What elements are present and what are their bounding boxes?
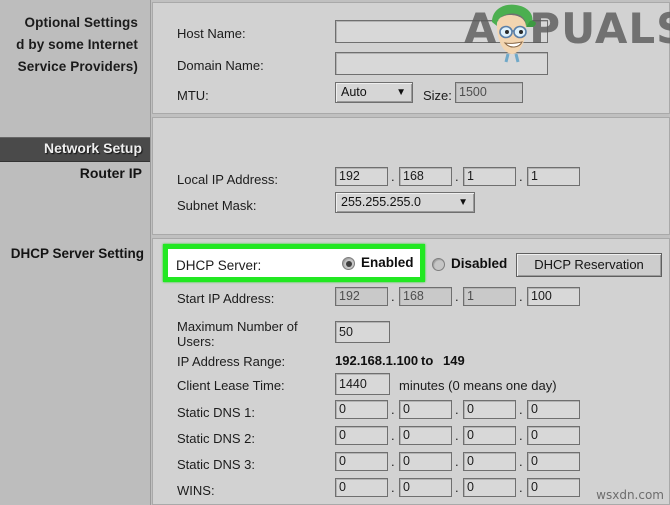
optional-settings-panel: Host Name: Domain Name: MTU: Auto ▼ Size… bbox=[152, 2, 670, 114]
optional-settings-line-2: d by some Internet bbox=[16, 37, 138, 52]
static-dns-1-octet-2[interactable]: 0 bbox=[399, 400, 452, 419]
static-dns-3-octet-4[interactable]: 0 bbox=[527, 452, 580, 471]
max-users-input[interactable]: 50 bbox=[335, 321, 390, 343]
optional-settings-line-3: Service Providers) bbox=[17, 59, 138, 74]
ip-separator-dot: . bbox=[455, 402, 459, 417]
ip-separator-dot: . bbox=[519, 169, 523, 184]
domain-name-input[interactable] bbox=[335, 52, 548, 75]
static-dns-3-octet-1[interactable]: 0 bbox=[335, 452, 388, 471]
static-dns-1-octet-1[interactable]: 0 bbox=[335, 400, 388, 419]
wins-octet-4[interactable]: 0 bbox=[527, 478, 580, 497]
start-ip-octet-1[interactable]: 192 bbox=[335, 287, 388, 306]
router-ip-panel: Local IP Address: 192 . 168 . 1 . 1 Subn… bbox=[152, 117, 670, 235]
static-dns-3-octet-2[interactable]: 0 bbox=[399, 452, 452, 471]
ip-separator-dot: . bbox=[519, 480, 523, 495]
subnet-mask-select[interactable]: 255.255.255.0 ▼ bbox=[335, 192, 475, 213]
static-dns-3-label: Static DNS 3: bbox=[177, 457, 256, 472]
ip-separator-dot: . bbox=[391, 454, 395, 469]
ip-separator-dot: . bbox=[519, 428, 523, 443]
domain-name-label: Domain Name: bbox=[177, 58, 264, 73]
size-label: Size: bbox=[423, 88, 452, 103]
network-setup-label: Network Setup bbox=[43, 140, 142, 156]
optional-settings-heading: Optional Settings d by some Internet Ser… bbox=[0, 12, 138, 78]
chevron-down-icon: ▼ bbox=[396, 87, 406, 98]
ip-separator-dot: . bbox=[519, 454, 523, 469]
ip-separator-dot: . bbox=[391, 428, 395, 443]
wins-octet-2[interactable]: 0 bbox=[399, 478, 452, 497]
mtu-select[interactable]: Auto ▼ bbox=[335, 82, 413, 103]
host-name-label: Host Name: bbox=[177, 26, 246, 41]
ip-separator-dot: . bbox=[519, 289, 523, 304]
local-ip-octet-2[interactable]: 168 bbox=[399, 167, 452, 186]
client-lease-time-input[interactable]: 1440 bbox=[335, 373, 390, 395]
mtu-size-input[interactable]: 1500 bbox=[455, 82, 523, 103]
sidebar-item-dhcp-server-setting: DHCP Server Setting bbox=[10, 246, 144, 261]
router-settings-screenshot: Optional Settings d by some Internet Ser… bbox=[0, 0, 670, 505]
ip-separator-dot: . bbox=[391, 169, 395, 184]
ip-address-range-label: IP Address Range: bbox=[177, 354, 286, 369]
static-dns-2-octet-3[interactable]: 0 bbox=[463, 426, 516, 445]
client-lease-time-label: Client Lease Time: bbox=[177, 378, 285, 393]
ip-separator-dot: . bbox=[519, 402, 523, 417]
static-dns-2-octet-2[interactable]: 0 bbox=[399, 426, 452, 445]
sidebar-item-network-setup[interactable]: Network Setup bbox=[0, 137, 150, 162]
ip-separator-dot: . bbox=[455, 480, 459, 495]
ip-separator-dot: . bbox=[455, 169, 459, 184]
ip-separator-dot: . bbox=[391, 289, 395, 304]
local-ip-octet-1[interactable]: 192 bbox=[335, 167, 388, 186]
start-ip-octet-3[interactable]: 1 bbox=[463, 287, 516, 306]
static-dns-3-octet-3[interactable]: 0 bbox=[463, 452, 516, 471]
sidebar-item-router-ip: Router IP bbox=[79, 165, 142, 181]
ip-range-end: 149 bbox=[443, 353, 465, 368]
ip-separator-dot: . bbox=[455, 289, 459, 304]
static-dns-2-octet-4[interactable]: 0 bbox=[527, 426, 580, 445]
ip-range-to: to bbox=[421, 353, 434, 368]
static-dns-1-octet-4[interactable]: 0 bbox=[527, 400, 580, 419]
wsxdn-watermark: wsxdn.com bbox=[596, 488, 664, 502]
dhcp-disabled-label[interactable]: Disabled bbox=[451, 256, 507, 271]
mtu-selected-value: Auto bbox=[341, 85, 367, 99]
dhcp-disabled-radio[interactable] bbox=[432, 258, 445, 271]
dhcp-reservation-button[interactable]: DHCP Reservation bbox=[516, 253, 662, 277]
dhcp-enabled-label-overlay[interactable]: Enabled bbox=[361, 255, 414, 270]
static-dns-2-octet-1[interactable]: 0 bbox=[335, 426, 388, 445]
ip-range-start: 192.168.1.100 bbox=[335, 353, 419, 368]
sidebar: Optional Settings d by some Internet Ser… bbox=[0, 0, 151, 505]
wins-octet-1[interactable]: 0 bbox=[335, 478, 388, 497]
subnet-mask-label: Subnet Mask: bbox=[177, 198, 257, 213]
ip-separator-dot: . bbox=[391, 402, 395, 417]
max-users-label-line1: Maximum Number of bbox=[177, 319, 298, 334]
ip-separator-dot: . bbox=[455, 454, 459, 469]
static-dns-1-octet-3[interactable]: 0 bbox=[463, 400, 516, 419]
start-ip-octet-4[interactable]: 100 bbox=[527, 287, 580, 306]
local-ip-octet-4[interactable]: 1 bbox=[527, 167, 580, 186]
dhcp-server-label-overlay: DHCP Server: bbox=[176, 258, 262, 273]
dhcp-enabled-radio-overlay[interactable] bbox=[342, 257, 355, 270]
local-ip-address-label: Local IP Address: bbox=[177, 172, 278, 187]
chevron-down-icon: ▼ bbox=[458, 197, 468, 208]
ip-separator-dot: . bbox=[455, 428, 459, 443]
mtu-label: MTU: bbox=[177, 88, 209, 103]
start-ip-address-label: Start IP Address: bbox=[177, 291, 275, 306]
host-name-input[interactable] bbox=[335, 20, 548, 43]
client-lease-time-suffix: minutes (0 means one day) bbox=[399, 378, 557, 393]
max-users-label-line2: Users: bbox=[177, 334, 215, 349]
ip-separator-dot: . bbox=[391, 480, 395, 495]
start-ip-octet-2[interactable]: 168 bbox=[399, 287, 452, 306]
static-dns-1-label: Static DNS 1: bbox=[177, 405, 256, 420]
optional-settings-line-1: Optional Settings bbox=[24, 15, 138, 30]
wins-octet-3[interactable]: 0 bbox=[463, 478, 516, 497]
static-dns-2-label: Static DNS 2: bbox=[177, 431, 256, 446]
subnet-mask-selected-value: 255.255.255.0 bbox=[341, 195, 421, 209]
wins-label: WINS: bbox=[177, 483, 215, 498]
local-ip-octet-3[interactable]: 1 bbox=[463, 167, 516, 186]
